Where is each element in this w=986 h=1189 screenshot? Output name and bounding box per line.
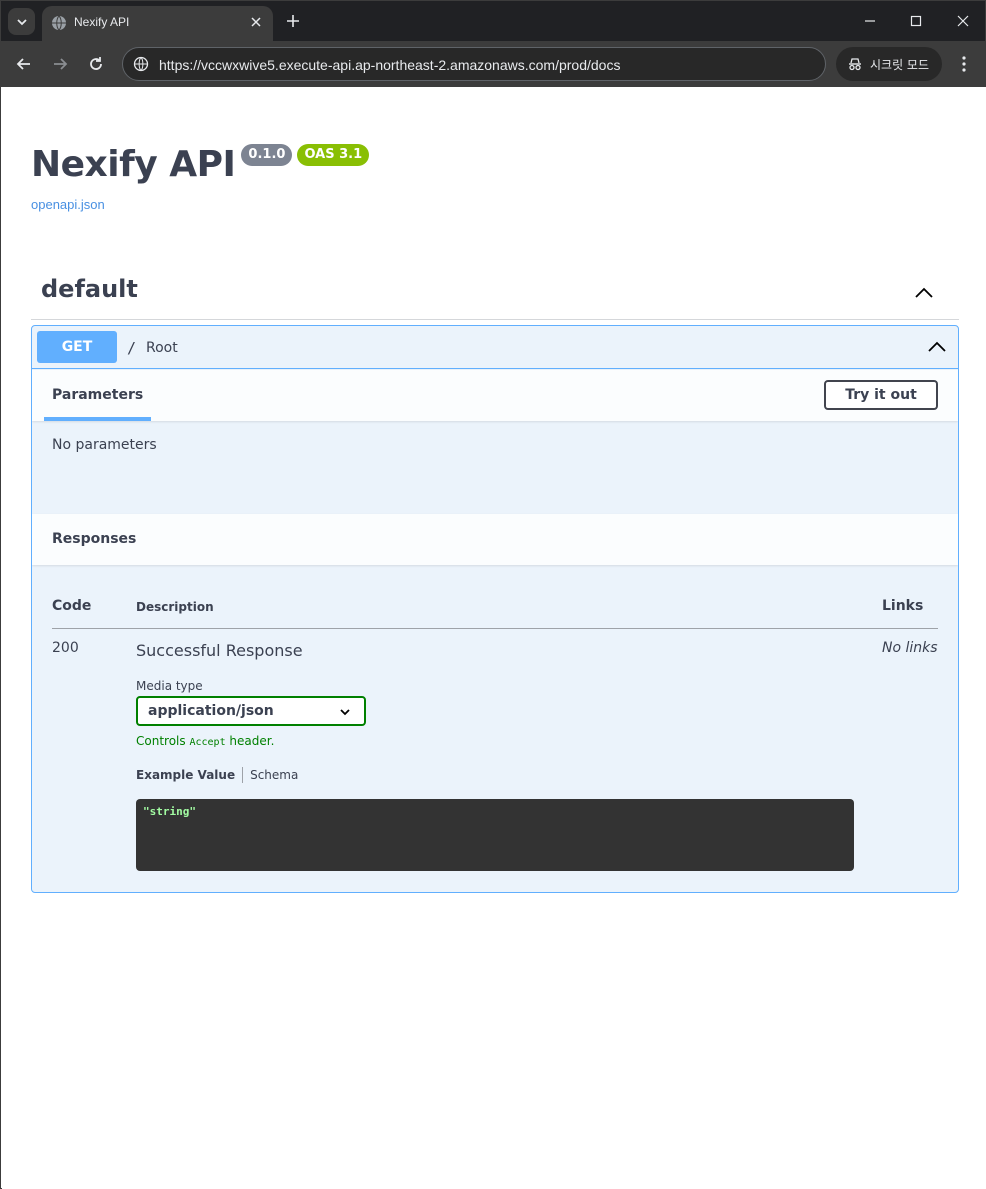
response-links: No links — [882, 640, 938, 656]
tab-schema[interactable]: Schema — [250, 768, 298, 782]
incognito-icon — [849, 58, 861, 71]
response-code: 200 — [52, 640, 79, 656]
no-parameters-text: No parameters — [52, 437, 157, 453]
method-badge: GET — [37, 331, 117, 363]
column-header-code: Code — [52, 598, 92, 614]
controls-accept-note: Controls Accept header. — [136, 734, 274, 748]
tab-parameters[interactable]: Parameters — [44, 370, 152, 421]
browser-window: Nexify API https://vccwxwive5.execute-ap… — [0, 0, 986, 1189]
version-badge: 0.1.0 — [241, 144, 293, 166]
plus-icon[interactable] — [285, 13, 301, 29]
incognito-indicator[interactable]: 시크릿 모드 — [836, 47, 942, 81]
column-header-links: Links — [882, 598, 924, 614]
accept-header-code: Accept — [189, 737, 226, 748]
responses-title: Responses — [52, 531, 137, 547]
browser-tab[interactable]: Nexify API — [42, 6, 273, 41]
controls-suffix: header. — [229, 734, 275, 748]
tab-title: Nexify API — [74, 15, 130, 29]
site-info-icon[interactable] — [133, 56, 149, 72]
responses-header: Responses — [32, 514, 958, 565]
operation-summary[interactable]: GET / Root — [32, 326, 958, 369]
browser-toolbar: https://vccwxwive5.execute-api.ap-northe… — [1, 41, 985, 87]
swagger-page: Nexify API 0.1.0 OAS 3.1 openapi.json de… — [2, 87, 986, 1189]
url-text[interactable]: https://vccwxwive5.execute-api.ap-northe… — [159, 57, 620, 73]
media-type-label: Media type — [136, 679, 203, 693]
oas-badge: OAS 3.1 — [297, 144, 370, 166]
operation-summary-text: Root — [146, 340, 178, 356]
tab-list-button[interactable] — [8, 8, 35, 35]
chevron-up-icon[interactable] — [913, 282, 935, 304]
example-code-text: "string" — [143, 805, 196, 818]
close-icon[interactable] — [248, 14, 264, 30]
tag-name: default — [41, 275, 138, 303]
controls-prefix: Controls — [136, 734, 186, 748]
kebab-menu-icon[interactable] — [954, 54, 974, 74]
incognito-label: 시크릿 모드 — [870, 58, 930, 72]
operation-path: / — [127, 339, 137, 357]
tab-example-value[interactable]: Example Value — [136, 768, 235, 782]
chevron-down-icon — [340, 709, 350, 716]
tab-bar: Nexify API — [1, 1, 985, 41]
minimize-icon[interactable] — [862, 13, 878, 29]
try-it-out-button[interactable]: Try it out — [824, 380, 938, 410]
column-header-description: Description — [136, 600, 214, 614]
responses-table-header: Code Description Links — [52, 594, 938, 629]
tab-divider — [242, 767, 244, 783]
back-arrow-icon[interactable] — [14, 54, 34, 74]
maximize-icon[interactable] — [908, 13, 924, 29]
response-description: Successful Response — [136, 641, 303, 660]
chevron-up-icon[interactable] — [926, 336, 948, 358]
tag-section-header[interactable]: default — [31, 262, 959, 320]
chevron-down-icon — [16, 18, 27, 25]
media-type-select[interactable]: application/json — [136, 696, 366, 726]
page-title: Nexify API — [31, 144, 236, 185]
example-tabs: Example Value Schema — [136, 767, 298, 783]
address-bar[interactable]: https://vccwxwive5.execute-api.ap-northe… — [122, 47, 826, 81]
reload-icon[interactable] — [86, 54, 106, 74]
openapi-json-link[interactable]: openapi.json — [31, 197, 105, 212]
parameters-header: Parameters Try it out — [32, 370, 958, 421]
globe-icon — [52, 15, 66, 31]
media-type-value: application/json — [148, 703, 274, 719]
api-header: Nexify API 0.1.0 OAS 3.1 — [31, 144, 370, 186]
forward-arrow-icon[interactable] — [50, 54, 70, 74]
close-window-icon[interactable] — [955, 13, 971, 29]
example-code-block: "string" — [136, 799, 854, 871]
operation-block-get-root: GET / Root Parameters Try it out No para… — [31, 325, 959, 893]
